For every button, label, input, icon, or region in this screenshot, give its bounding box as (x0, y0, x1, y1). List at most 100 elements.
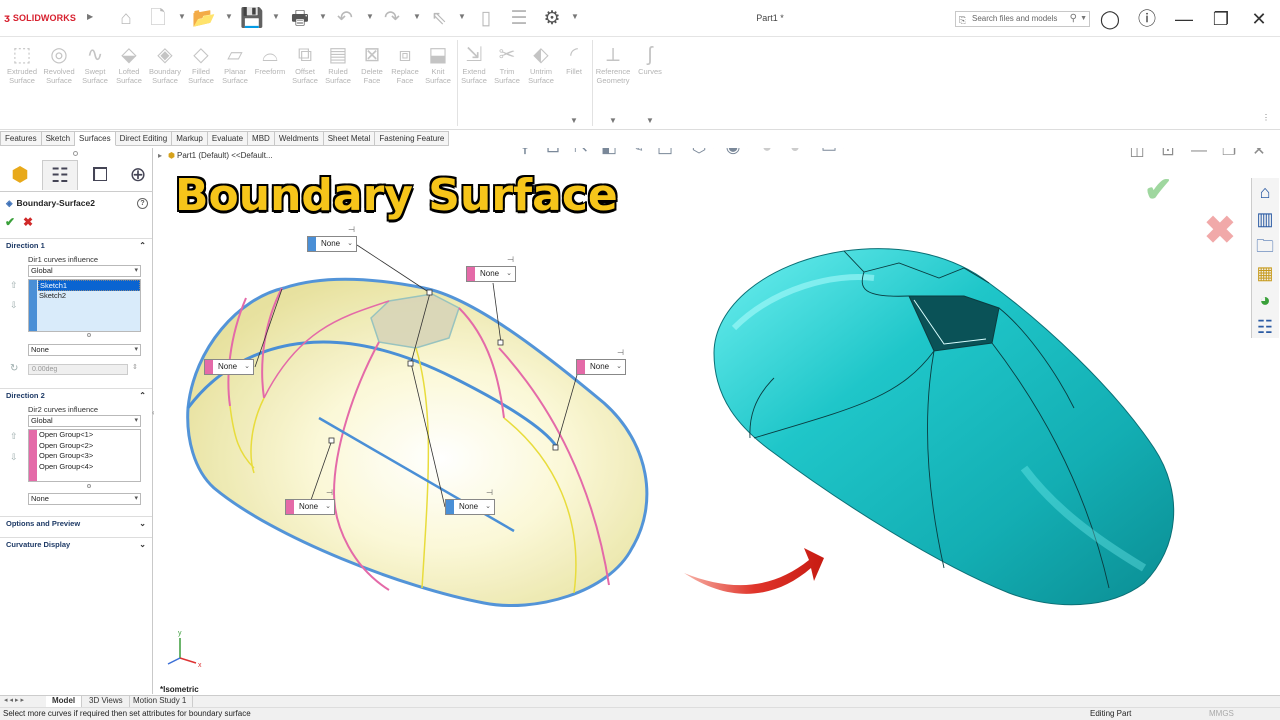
curves-caret[interactable]: ▼ (646, 116, 654, 125)
redo-icon[interactable]: ↷ (380, 7, 404, 31)
model-viewport[interactable]: y x (154, 148, 1280, 694)
planar-surface-button[interactable]: ▱ Planar Surface (217, 42, 253, 85)
list-item[interactable]: Sketch2 (38, 291, 140, 302)
move-up-icon[interactable]: ⇧ (10, 431, 18, 442)
dir2-curves-list[interactable]: Open Group<1> Open Group<2> Open Group<3… (28, 429, 141, 482)
tangency-callout[interactable]: None ⌄ (576, 359, 626, 375)
unit-system[interactable]: MMGS (1209, 709, 1234, 718)
dir1-influence-select[interactable]: Global ▾ (28, 265, 141, 277)
undo-icon[interactable]: ↶ (333, 7, 357, 31)
tab-direct-editing[interactable]: Direct Editing (115, 131, 173, 146)
tab-motion-study[interactable]: Motion Study 1 (127, 696, 194, 707)
list-item[interactable]: Open Group<1> (38, 430, 140, 441)
pin-icon[interactable]: ⊣ (326, 488, 333, 497)
search-icon[interactable]: ⚲ (1070, 12, 1077, 26)
help-icon[interactable]: ⓘ (1134, 6, 1160, 32)
tab-surfaces[interactable]: Surfaces (75, 131, 116, 146)
tab-weldments[interactable]: Weldments (274, 131, 324, 146)
panel-resize-handle[interactable] (73, 151, 78, 156)
graphics-area[interactable]: ▸⬢Part1 (Default) <<Default... ⚲ ⊡ ⇱ ◧ ✎… (154, 148, 1280, 694)
move-down-icon[interactable]: ⇩ (10, 300, 18, 311)
user-account-icon[interactable]: ◯ (1097, 6, 1123, 32)
move-down-icon[interactable]: ⇩ (10, 452, 18, 463)
dir2-tangency-select[interactable]: None ▾ (28, 493, 141, 505)
tab-fastening-feature[interactable]: Fastening Feature (375, 131, 450, 146)
new-file-icon[interactable]: 🗋 (146, 7, 170, 31)
direction2-section-header[interactable]: Direction 2 ⌃ (0, 388, 152, 402)
tab-mbd[interactable]: MBD (248, 131, 275, 146)
save-icon[interactable]: 💾 (240, 7, 264, 31)
ruled-surface-button[interactable]: ▤ Ruled Surface (320, 42, 356, 85)
list-resize-handle[interactable] (87, 333, 91, 337)
options-caret[interactable]: ▼ (571, 12, 579, 21)
print-caret[interactable]: ▼ (319, 12, 327, 21)
options-preview-section-header[interactable]: Options and Preview ⌄ (0, 516, 152, 530)
pin-icon[interactable]: ⊣ (348, 225, 355, 234)
reference-geometry-caret[interactable]: ▼ (609, 116, 617, 125)
open-icon[interactable]: 📂 (192, 7, 216, 31)
boundary-surface-button[interactable]: ◈ Boundary Surface (147, 42, 183, 85)
direction1-section-header[interactable]: Direction 1 ⌃ (0, 238, 152, 252)
tab-3d-views[interactable]: 3D Views (83, 696, 130, 707)
tangency-callout[interactable]: None ⌄ (204, 359, 254, 375)
swept-surface-button[interactable]: ∿ Swept Surface (77, 42, 113, 85)
feature-manager-tab-icon[interactable]: ⬢ (2, 160, 38, 190)
tangency-callout[interactable]: None ⌄ (466, 266, 516, 282)
file-properties-icon[interactable]: ☰ (507, 7, 531, 31)
tab-scroll-arrows-icon[interactable]: ◂◂▸▸ (4, 696, 26, 706)
search-input[interactable]: ⎘ Search files and models ⚲ ▼ (955, 11, 1090, 27)
fillet-caret[interactable]: ▼ (570, 116, 578, 125)
command-manager-more[interactable]: ⋮ (1262, 113, 1270, 122)
redo-caret[interactable]: ▼ (413, 12, 421, 21)
fillet-button[interactable]: ◜ Fillet (556, 42, 592, 77)
new-caret[interactable]: ▼ (178, 12, 186, 21)
list-item[interactable]: Open Group<3> (38, 451, 140, 462)
tab-sheet-metal[interactable]: Sheet Metal (323, 131, 376, 146)
rebuild-icon[interactable]: ▯ (474, 7, 498, 31)
open-caret[interactable]: ▼ (225, 12, 233, 21)
extend-surface-button[interactable]: ⇲ Extend Surface (456, 42, 492, 85)
undo-caret[interactable]: ▼ (366, 12, 374, 21)
options-gear-icon[interactable]: ⚙ (540, 7, 564, 31)
save-caret[interactable]: ▼ (272, 12, 280, 21)
list-item[interactable]: Open Group<4> (38, 462, 140, 473)
tangency-callout[interactable]: None ⌄ (307, 236, 357, 252)
search-caret[interactable]: ▼ (1080, 12, 1087, 26)
home-icon[interactable]: ⌂ (114, 7, 138, 31)
solidworks-resources-icon[interactable]: ⌂ (1252, 179, 1278, 205)
tangency-callout[interactable]: None ⌄ (445, 499, 495, 515)
property-manager-tab-icon[interactable]: ☷ (42, 160, 78, 190)
dir1-tangency-select[interactable]: None ▾ (28, 344, 141, 356)
search-scope-icon[interactable]: ⎘ (959, 13, 966, 27)
solidworks-logo[interactable]: ᴣ SOLIDWORKS (4, 11, 76, 25)
help-icon[interactable]: ? (137, 198, 148, 209)
custom-properties-icon[interactable]: ☷ (1252, 314, 1278, 340)
pin-icon[interactable]: ⊣ (486, 488, 493, 497)
select-icon[interactable]: ⇖ (427, 7, 451, 31)
tab-features[interactable]: Features (0, 131, 42, 146)
trim-surface-button[interactable]: ✂ Trim Surface (489, 42, 525, 85)
print-icon[interactable]: 🖶 (288, 7, 312, 31)
tab-markup[interactable]: Markup (172, 131, 208, 146)
revolved-surface-button[interactable]: ◎ Revolved Surface (41, 42, 77, 85)
dir2-influence-select[interactable]: Global ▾ (28, 415, 141, 427)
list-item[interactable]: Open Group<2> (38, 441, 140, 452)
view-palette-icon[interactable]: ▦ (1252, 260, 1278, 286)
pin-icon[interactable]: ⊣ (617, 348, 624, 357)
pin-icon[interactable]: ⊣ (507, 255, 514, 264)
replace-face-button[interactable]: ⧈ Replace Face (387, 42, 423, 85)
dir1-curves-list[interactable]: Sketch1 Sketch2 (28, 279, 141, 332)
extruded-surface-button[interactable]: ⬚ Extruded Surface (4, 42, 40, 85)
lofted-surface-button[interactable]: ⬙ Lofted Surface (111, 42, 147, 85)
reference-geometry-button[interactable]: ⟂ Reference Geometry (594, 42, 632, 85)
tangency-callout[interactable]: None ⌄ (285, 499, 335, 515)
list-resize-handle[interactable] (87, 484, 91, 488)
close-icon[interactable]: ✕ (1246, 6, 1272, 32)
tab-evaluate[interactable]: Evaluate (207, 131, 249, 146)
select-caret[interactable]: ▼ (458, 12, 466, 21)
curvature-display-section-header[interactable]: Curvature Display ⌄ (0, 537, 152, 551)
freeform-button[interactable]: ⌓ Freeform (252, 42, 288, 77)
filled-surface-button[interactable]: ◇ Filled Surface (183, 42, 219, 85)
list-item[interactable]: Sketch1 (38, 280, 140, 291)
confirm-ok-icon[interactable]: ✔ (1144, 170, 1173, 210)
